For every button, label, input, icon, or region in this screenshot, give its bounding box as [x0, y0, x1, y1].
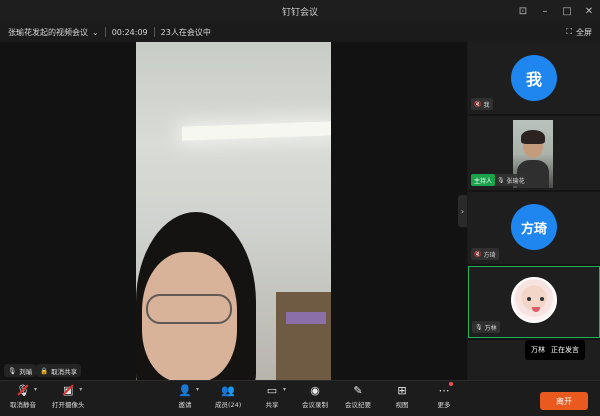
participants-status[interactable]: 23人在会议中: [161, 27, 211, 38]
participant-tile[interactable]: 主持人 🎙 张瑜花: [468, 116, 600, 190]
record-button[interactable]: ◉ 会议录制: [302, 383, 328, 410]
avatar-eye: [540, 297, 544, 301]
divider: [104, 27, 106, 37]
minutes-button[interactable]: ✎ 会议纪要: [345, 383, 371, 410]
chevron-down-icon[interactable]: ⌄: [92, 28, 99, 37]
maximize-icon[interactable]: □: [556, 0, 578, 22]
participant-tile[interactable]: 方琦 🔇 方琦: [468, 192, 600, 264]
mic-icon: 🎙: [497, 176, 505, 184]
participant-tile-speaking[interactable]: 🎙 万林: [468, 266, 600, 338]
video-content-light: [182, 121, 331, 141]
mic-muted-icon: 🔇: [474, 100, 482, 108]
share-screen-icon: ▭ ▾: [266, 383, 286, 397]
participants-panel: 我 🔇 我 主持人 🎙 张瑜花 方琦 🔇 方琦 🎙 万林: [468, 42, 600, 380]
view-button[interactable]: ⊞ 视图: [395, 383, 409, 410]
participant-tile[interactable]: 我 🔇 我: [468, 42, 600, 114]
window-title: 钉钉会议: [281, 7, 318, 18]
title-bar: 钉钉会议 ⊡ – □ ✕: [0, 0, 600, 22]
invite-button[interactable]: 👤 ▾ 邀请: [178, 383, 199, 410]
more-icon: ⋯: [437, 382, 453, 397]
camera-off-icon: ▣▾: [61, 383, 82, 397]
fullscreen-button[interactable]: ⛶ 全屏: [566, 22, 592, 42]
fullscreen-label: 全屏: [576, 27, 592, 37]
add-user-icon: 👤 ▾: [178, 383, 199, 397]
pin-icon[interactable]: ⊡: [512, 0, 534, 22]
video-content-hair: [521, 130, 545, 144]
participant-label: 🔇 方琦: [471, 248, 499, 260]
participant-label: 主持人 🎙 张瑜花: [471, 174, 528, 186]
avatar: 我: [511, 55, 557, 101]
main-video[interactable]: [136, 42, 331, 380]
expand-panel-button[interactable]: ›: [458, 195, 467, 227]
host-badge: 主持人: [471, 174, 496, 186]
meeting-toolbar: 🎙▾ 取消静音 ▣▾ 打开摄像头 👤▾ 邀请 👥 成员(24) ▭▾ 共享 ◉ …: [0, 380, 600, 416]
more-button[interactable]: ⋯ 更多: [437, 382, 453, 409]
members-icon: 👥: [221, 383, 236, 397]
share-button[interactable]: ▭ ▾ 共享: [265, 383, 287, 410]
lock-icon: 🔒: [40, 366, 49, 375]
window-controls: ⊡ – □ ✕: [512, 0, 600, 22]
close-icon[interactable]: ✕: [578, 0, 600, 22]
mic-icon: 🎙: [8, 366, 17, 375]
screen-share-tag[interactable]: 🔒 取消共享: [36, 364, 82, 377]
speaking-tooltip: 万林 正在发言: [525, 340, 585, 360]
participant-label: 🔇 我: [471, 98, 493, 110]
video-content-glasses: [146, 294, 232, 324]
avatar-mouth: [532, 307, 540, 312]
meeting-info-bar: 张瑜花发起的视频会议 ⌄ 00:24:09 23人在会议中: [0, 22, 600, 42]
speaker-label: 🎙 刘瑜: [4, 364, 37, 377]
minimize-icon[interactable]: –: [534, 0, 556, 22]
fullscreen-icon: ⛶: [566, 27, 572, 36]
grid-view-icon: ⊞: [397, 383, 407, 397]
camera-button[interactable]: ▣▾ 打开摄像头: [52, 383, 85, 410]
participant-label: 🎙 万林: [472, 321, 500, 333]
record-icon: ◉: [310, 383, 320, 397]
mic-off-icon: 🎙▾: [16, 383, 37, 397]
members-button[interactable]: 👥 成员(24): [215, 383, 241, 410]
chevron-right-icon: ›: [460, 206, 465, 216]
main-stage: 🎙 刘瑜 🔒 取消共享: [0, 42, 467, 380]
tooltip-name: 万林: [531, 346, 545, 354]
video-content-books: [286, 312, 326, 324]
avatar: 方琦: [511, 204, 557, 250]
minutes-icon: ✎: [353, 383, 363, 397]
mic-icon: 🎙: [475, 323, 483, 331]
video-content-shelf: [276, 292, 331, 380]
tooltip-status: 正在发言: [551, 346, 579, 354]
unmute-button[interactable]: 🎙▾ 取消静音: [10, 383, 37, 410]
leave-button[interactable]: 离开: [540, 392, 588, 410]
meeting-name[interactable]: 张瑜花发起的视频会议: [8, 27, 88, 38]
mic-muted-icon: 🔇: [474, 250, 482, 258]
avatar: [511, 277, 557, 323]
divider: [153, 27, 155, 37]
avatar-eye: [527, 297, 531, 301]
meeting-duration: 00:24:09: [111, 27, 148, 37]
